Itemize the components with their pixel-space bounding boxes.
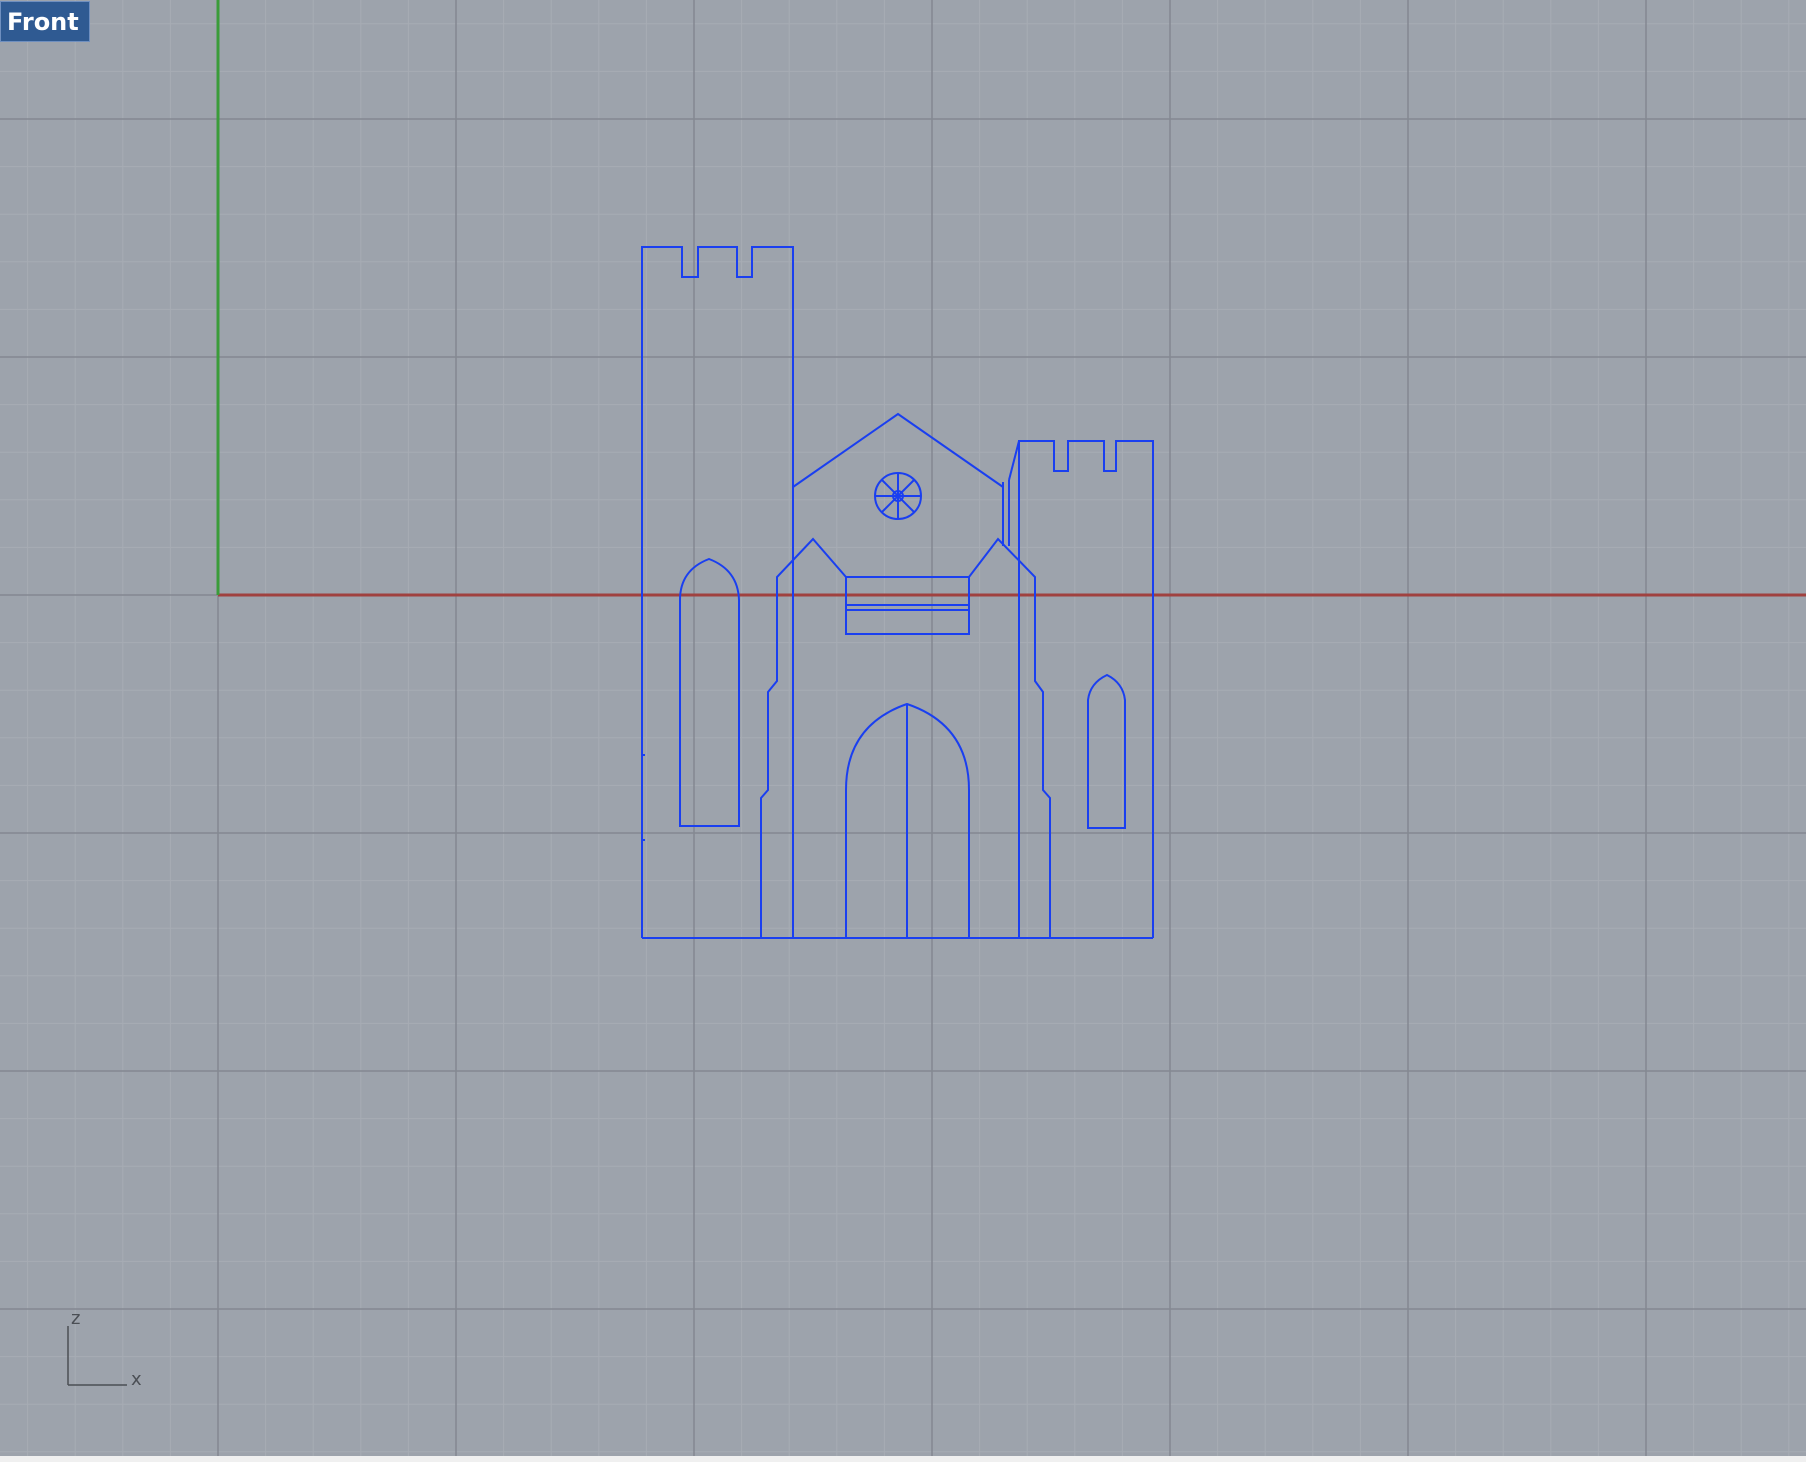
right-tower-outline[interactable]	[1018, 440, 1154, 938]
gizmo-x-label: x	[131, 1369, 142, 1390]
left-tower-window[interactable]	[679, 557, 740, 827]
axis-gizmo	[67, 1326, 127, 1386]
right-tower-window[interactable]	[1087, 673, 1126, 829]
gizmo-z-label: z	[71, 1308, 81, 1329]
rose-window[interactable]	[874, 472, 922, 520]
major-grid	[0, 0, 1806, 1456]
front-viewport[interactable]: Front z x	[0, 0, 1806, 1456]
nave-gable-slope[interactable]	[1008, 440, 1020, 481]
viewport-bottom-border	[0, 1456, 1806, 1462]
viewport-canvas[interactable]	[0, 0, 1806, 1456]
central-facade[interactable]	[760, 537, 1051, 938]
minor-grid	[0, 0, 1806, 1456]
church-drawing[interactable]	[641, 246, 1154, 939]
left-tower-outline[interactable]	[641, 246, 794, 938]
viewport-label[interactable]: Front	[0, 1, 90, 42]
